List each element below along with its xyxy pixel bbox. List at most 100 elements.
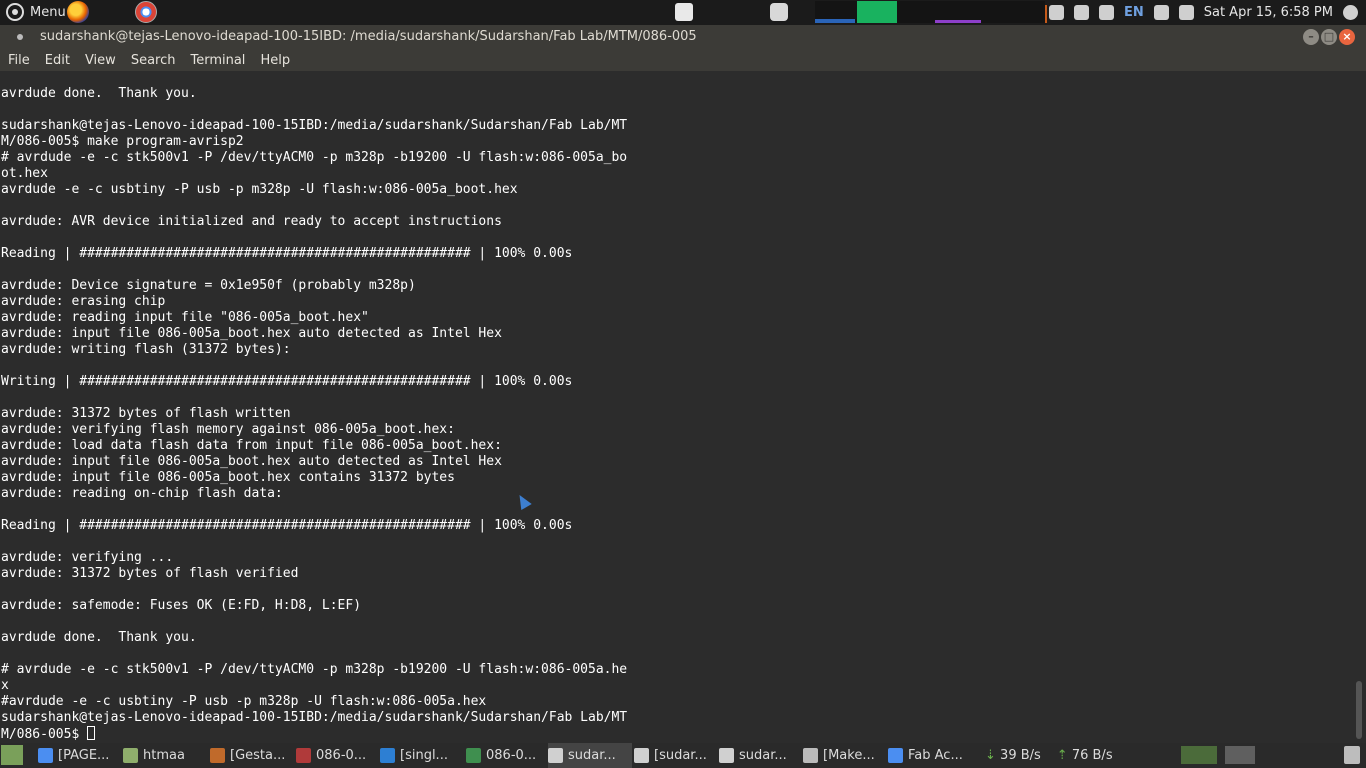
maximize-button[interactable]: □	[1321, 29, 1337, 45]
taskbar-item-label: [Gesta...	[230, 748, 286, 763]
terminal-line: avrdude: safemode: Fuses OK (E:FD, H:D8,…	[1, 598, 362, 613]
menu-view[interactable]: View	[77, 53, 123, 68]
network-speed-indicator: ⇣ 39 B/s ⇡ 76 B/s	[985, 743, 1113, 768]
taskbar-item-label: [sudar...	[654, 748, 707, 763]
clock[interactable]: Sat Apr 15, 6:58 PM	[1204, 5, 1333, 20]
taskbar-item[interactable]: [singl...	[380, 743, 464, 768]
terminal-line: Reading | ##############################…	[1, 518, 573, 533]
workspace-1[interactable]	[1181, 746, 1217, 764]
terminal-line: avrdude: 31372 bytes of flash written	[1, 406, 291, 421]
terminal-line: avrdude: Device signature = 0x1e950f (pr…	[1, 278, 416, 293]
terminal-line: avrdude: input file 086-005a_boot.hex co…	[1, 470, 455, 485]
system-tray: EN Sat Apr 15, 6:58 PM	[1048, 0, 1358, 25]
taskbar-item-label: [PAGE...	[58, 748, 110, 763]
terminal-scrollbar[interactable]	[1352, 71, 1366, 743]
workspace-2[interactable]	[1225, 746, 1255, 764]
screenshot-camera-icon[interactable]	[770, 3, 788, 21]
e-editor-icon	[210, 748, 225, 763]
terminal-icon	[719, 748, 734, 763]
menu-search[interactable]: Search	[123, 53, 183, 68]
battery-icon[interactable]	[1178, 5, 1194, 20]
taskbar-item-label: htmaa	[143, 748, 185, 763]
menu-help[interactable]: Help	[252, 53, 297, 68]
terminal-menubar: File Edit View Search Terminal Help	[0, 49, 1366, 71]
taskbar-item[interactable]: htmaa	[123, 743, 207, 768]
terminal-line: # avrdude -e -c stk500v1 -P /dev/ttyACM0…	[1, 150, 628, 165]
terminal-line: ot.hex	[1, 166, 48, 181]
window-title: sudarshank@tejas-Lenovo-ideapad-100-15IB…	[40, 29, 697, 44]
terminal-line: avrdude: verifying ...	[1, 550, 174, 565]
keyboard-layout-indicator[interactable]: EN	[1124, 5, 1144, 20]
terminal-prompt: M/086-005$	[1, 727, 88, 742]
menu-file[interactable]: File	[0, 53, 37, 68]
scrollbar-thumb[interactable]	[1356, 681, 1362, 739]
terminal-line: avrdude -e -c usbtiny -P usb -p m328p -U…	[1, 182, 518, 197]
power-icon[interactable]	[1343, 5, 1358, 20]
terminal-icon	[634, 748, 649, 763]
chrome-launcher-icon[interactable]	[135, 1, 157, 23]
taskbar-item[interactable]: sudar...	[548, 743, 632, 768]
terminal-line: sudarshank@tejas-Lenovo-ideapad-100-15IB…	[1, 118, 628, 133]
menu-edit[interactable]: Edit	[37, 53, 77, 68]
terminal-line: M/086-005$ make program-avrisp2	[1, 134, 244, 149]
terminal-line: Reading | ##############################…	[1, 246, 573, 261]
menu-terminal[interactable]: Terminal	[182, 53, 252, 68]
menu-label: Menu	[30, 4, 66, 20]
taskbar-item[interactable]: Fab Ac...	[888, 743, 978, 768]
terminal-line: sudarshank@tejas-Lenovo-ideapad-100-15IB…	[1, 710, 628, 725]
main-menu-button[interactable]: Menu	[6, 3, 66, 21]
taskbar-item[interactable]: sudar...	[719, 743, 801, 768]
taskbar-item[interactable]: [PAGE...	[38, 743, 120, 768]
terminal-text: avrdude done. Thank you. sudarshank@teja…	[1, 86, 627, 743]
taskbar-item-label: sudar...	[568, 748, 616, 763]
upload-arrow-icon: ⇡	[1056, 748, 1068, 763]
trash-icon[interactable]	[1344, 746, 1360, 764]
terminal-line: avrdude: reading on-chip flash data:	[1, 486, 283, 501]
top-panel: Menu EN Sat Apr 15, 6:58 PM	[0, 0, 1366, 25]
terminal-line: avrdude: erasing chip	[1, 294, 166, 309]
show-desktop-icon[interactable]	[1, 745, 23, 765]
terminal-line: avrdude: reading input file "086-005a_bo…	[1, 310, 369, 325]
taskbar-item-label: [singl...	[400, 748, 448, 763]
terminal-line: # avrdude -e -c stk500v1 -P /dev/ttyACM0…	[1, 662, 628, 677]
download-speed-value: 39 B/s	[1000, 748, 1041, 763]
terminal-output[interactable]: avrdude done. Thank you. sudarshank@teja…	[0, 71, 1352, 743]
taskbar-item[interactable]: [Gesta...	[210, 743, 294, 768]
terminal-line: x	[1, 678, 9, 693]
taskbar-item[interactable]: 086-0...	[466, 743, 546, 768]
window-menu-icon[interactable]	[17, 34, 23, 40]
download-speed: ⇣ 39 B/s	[985, 748, 1041, 763]
taskbar-item-label: 086-0...	[486, 748, 537, 763]
vscode-icon	[380, 748, 395, 763]
system-monitor-graph[interactable]	[815, 1, 1047, 23]
folder-icon	[123, 748, 138, 763]
volume-icon[interactable]	[1153, 5, 1169, 20]
taskbar-item-label: 086-0...	[316, 748, 367, 763]
terminal-line: avrdude done. Thank you.	[1, 86, 197, 101]
taskbar-item-label: Fab Ac...	[908, 748, 963, 763]
bluetooth-icon[interactable]	[1073, 5, 1089, 20]
firefox-launcher-icon[interactable]	[67, 1, 89, 23]
chrome-icon	[38, 748, 53, 763]
terminal-line: Writing | ##############################…	[1, 374, 573, 389]
taskbar-item-label: sudar...	[739, 748, 787, 763]
terminal-line: avrdude done. Thank you.	[1, 630, 197, 645]
terminal-line: avrdude: input file 086-005a_boot.hex au…	[1, 454, 502, 469]
dropbox-icon[interactable]	[1048, 5, 1064, 20]
terminal-line: #avrdude -e -c usbtiny -P usb -p m328p -…	[1, 694, 487, 709]
upload-speed: ⇡ 76 B/s	[1057, 748, 1113, 763]
applet-icon[interactable]	[675, 3, 693, 21]
window-titlebar[interactable]: sudarshank@tejas-Lenovo-ideapad-100-15IB…	[0, 25, 1366, 49]
taskbar-item[interactable]: [sudar...	[634, 743, 717, 768]
terminal-line: avrdude: verifying flash memory against …	[1, 422, 455, 437]
taskbar-item[interactable]: [Make...	[803, 743, 886, 768]
terminal-line: avrdude: 31372 bytes of flash verified	[1, 566, 299, 581]
terminal-line: avrdude: AVR device initialized and read…	[1, 214, 502, 229]
close-button[interactable]: ×	[1339, 29, 1355, 45]
kicad-brd-icon	[466, 748, 481, 763]
upload-speed-value: 76 B/s	[1071, 748, 1113, 763]
minimize-button[interactable]: –	[1303, 29, 1319, 45]
taskbar-item[interactable]: 086-0...	[296, 743, 378, 768]
terminal-line: avrdude: input file 086-005a_boot.hex au…	[1, 326, 502, 341]
wifi-icon[interactable]	[1098, 5, 1114, 20]
